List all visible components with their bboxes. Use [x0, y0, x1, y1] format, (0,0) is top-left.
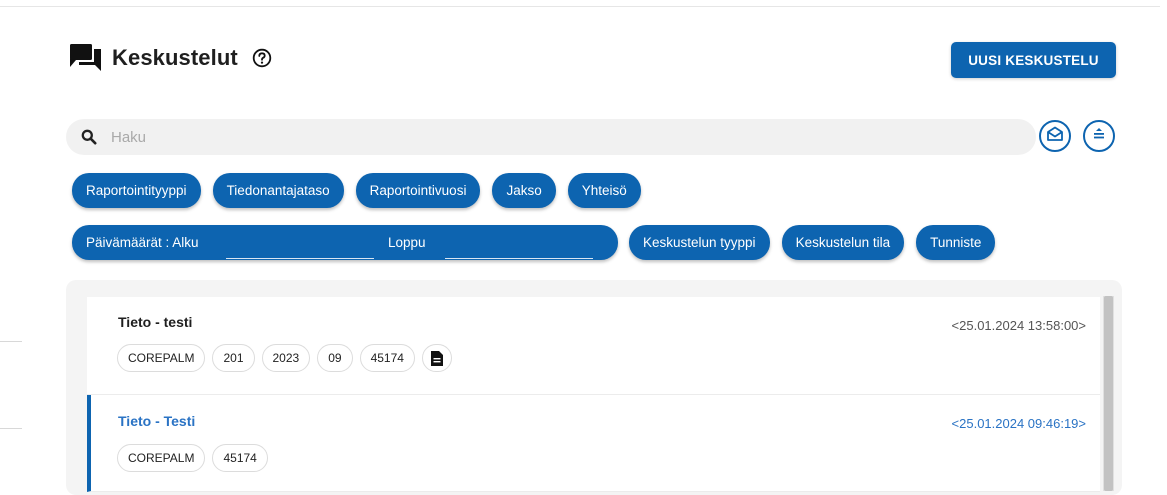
- list-item[interactable]: Tieto - testi <25.01.2024 13:58:00> CORE…: [87, 297, 1100, 395]
- page-title: Keskustelut: [112, 45, 238, 70]
- help-icon[interactable]: [252, 48, 272, 68]
- sort-button[interactable]: [1083, 120, 1115, 152]
- date-end-label: Loppu: [388, 235, 426, 250]
- filter-conversation-status[interactable]: Keskustelun tila: [781, 225, 905, 260]
- conversation-timestamp: <25.01.2024 13:58:00>: [951, 318, 1086, 333]
- date-start-field[interactable]: [226, 258, 374, 259]
- tag: 45174: [212, 444, 268, 472]
- tag: COREPALM: [117, 444, 206, 472]
- left-edge-mark: [0, 428, 22, 429]
- tag: 201: [212, 344, 255, 372]
- tag: COREPALM: [117, 344, 206, 372]
- date-start-label: Päivämäärät : Alku: [86, 235, 199, 250]
- filter-entity[interactable]: Yhteisö: [567, 173, 641, 208]
- mail-open-icon: [1046, 125, 1064, 148]
- conversation-title: Tieto - Testi: [118, 413, 196, 429]
- tag: 2023: [261, 344, 311, 372]
- document-icon[interactable]: [421, 344, 452, 372]
- date-range-filter: Päivämäärät : Alku Loppu: [72, 225, 618, 260]
- conversation-title: Tieto - testi: [118, 314, 193, 330]
- search-input[interactable]: [109, 127, 993, 147]
- tag: 45174: [359, 344, 415, 372]
- conversation-timestamp: <25.01.2024 09:46:19>: [951, 416, 1086, 431]
- search-bar: [66, 119, 1036, 155]
- filter-row-2: Keskustelun tyyppi Keskustelun tila Tunn…: [629, 225, 996, 260]
- left-edge-mark: [0, 341, 22, 342]
- filter-period[interactable]: Jakso: [492, 173, 556, 208]
- page-header: Keskustelut: [70, 44, 272, 72]
- filter-informant-level[interactable]: Tiedonantajataso: [212, 173, 344, 208]
- filter-row-1: Raportointityyppi Tiedonantajataso Rapor…: [72, 173, 641, 208]
- chat-icon: [70, 44, 102, 72]
- filter-reporting-year[interactable]: Raportointivuosi: [355, 173, 481, 208]
- sort-icon: [1091, 126, 1107, 147]
- top-divider: [0, 6, 1160, 7]
- date-end-field[interactable]: [445, 258, 593, 259]
- filter-reporting-type[interactable]: Raportointityyppi: [72, 173, 201, 208]
- tag-list: COREPALM 45174: [117, 444, 268, 472]
- tag-list: COREPALM 201 2023 09 45174: [117, 344, 452, 372]
- list-item-selected[interactable]: Tieto - Testi <25.01.2024 09:46:19> CORE…: [87, 395, 1100, 492]
- tag: 09: [317, 344, 353, 372]
- search-icon: [81, 129, 97, 145]
- new-conversation-button[interactable]: UUSI KESKUSTELU: [951, 42, 1116, 78]
- filter-conversation-type[interactable]: Keskustelun tyyppi: [629, 225, 770, 260]
- scrollbar-thumb[interactable]: [1104, 296, 1113, 491]
- mail-filter-button[interactable]: [1039, 120, 1071, 152]
- filter-identifier[interactable]: Tunniste: [916, 225, 996, 260]
